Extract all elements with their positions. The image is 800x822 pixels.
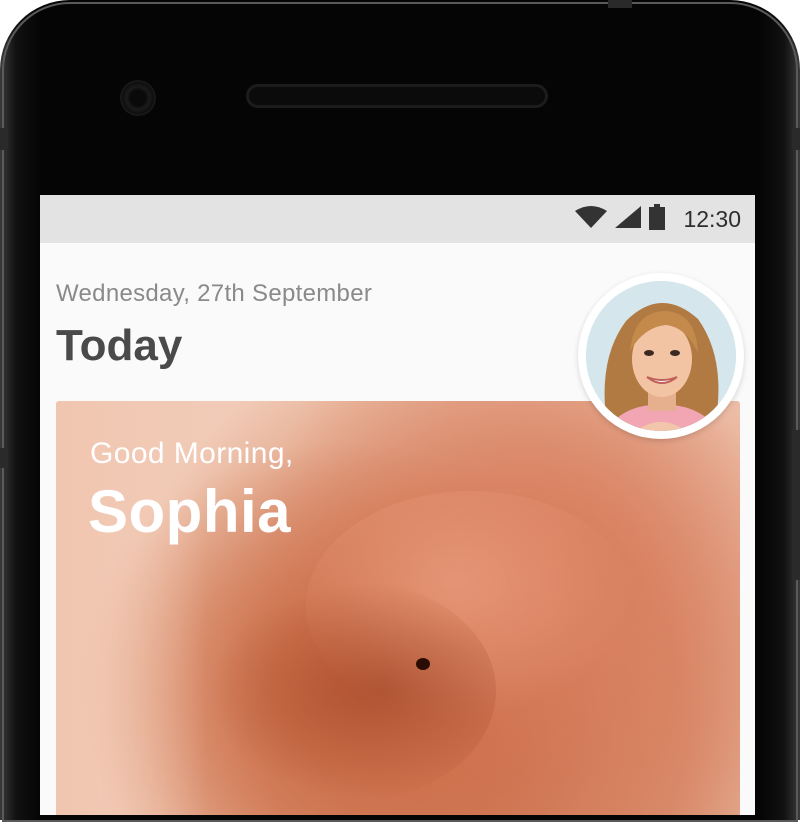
top-button bbox=[608, 0, 632, 8]
battery-icon bbox=[649, 203, 666, 235]
wifi-icon bbox=[575, 205, 608, 233]
user-name: Sophia bbox=[88, 478, 292, 545]
cellular-signal-icon bbox=[615, 205, 642, 233]
current-date: Wednesday, 27th September bbox=[56, 280, 373, 307]
profile-avatar-button[interactable] bbox=[578, 273, 744, 439]
hero-card[interactable]: Good Morning, Sophia bbox=[56, 401, 740, 815]
phone-screen: 12:30 Wednesday, 27th September Today Go… bbox=[40, 195, 755, 815]
right-side-button-top bbox=[792, 128, 800, 150]
status-icons: 12:30 bbox=[575, 195, 741, 243]
page-title: Today bbox=[56, 321, 183, 370]
greeting-text: Good Morning, bbox=[90, 437, 294, 470]
earpiece-speaker bbox=[246, 84, 548, 108]
status-time: 12:30 bbox=[683, 205, 741, 232]
today-screen: Wednesday, 27th September Today Good Mor… bbox=[40, 243, 755, 815]
fetus-eye bbox=[416, 658, 430, 670]
front-camera bbox=[120, 80, 156, 116]
hero-image-shadow bbox=[206, 581, 496, 801]
status-bar: 12:30 bbox=[40, 195, 755, 243]
user-avatar-icon bbox=[586, 281, 736, 431]
power-button bbox=[792, 430, 800, 580]
left-side-button-bottom bbox=[0, 448, 8, 468]
left-side-button-top bbox=[0, 128, 8, 150]
